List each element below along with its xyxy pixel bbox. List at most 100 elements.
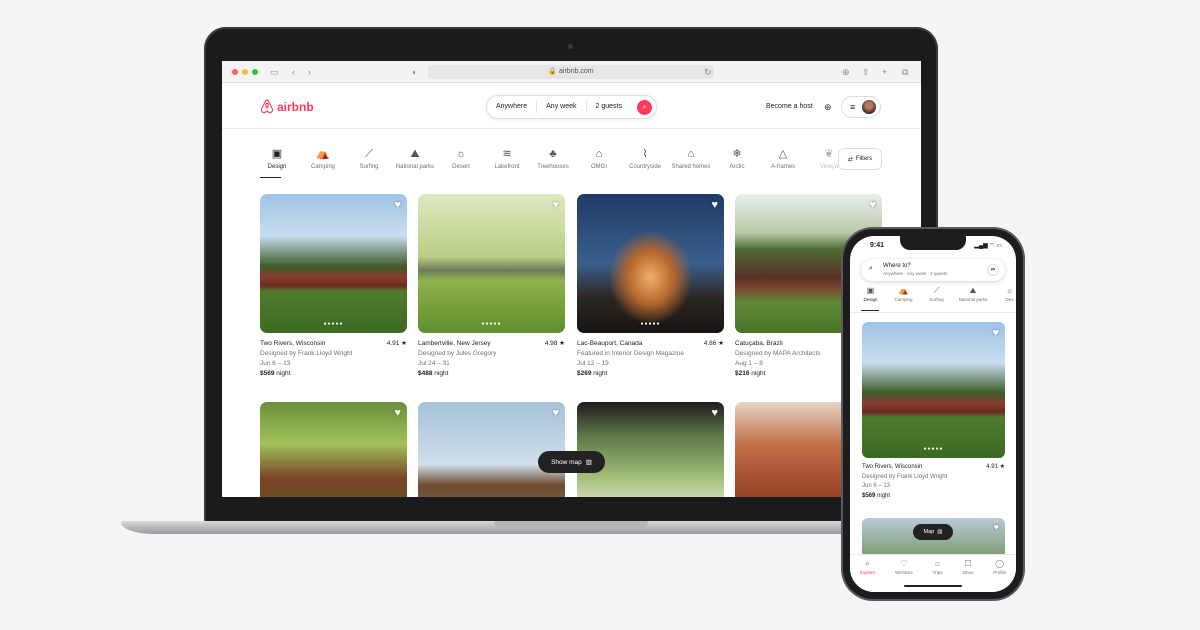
airbnb-logo[interactable]: airbnb <box>260 99 314 114</box>
surfing-icon: ⟋ <box>933 286 940 295</box>
heart-icon[interactable]: ♥ <box>711 199 718 211</box>
phone-category-surfing[interactable]: ⟋ Surfing <box>920 286 953 302</box>
category-national-parks[interactable]: ⛰ National parks <box>392 148 438 170</box>
category-a-frames[interactable]: △ A-frames <box>760 148 806 170</box>
category-design[interactable]: ▣ Design <box>254 148 300 170</box>
category-bar: ▣ Design ⛺ Camping ⟋ Surfing ⛰ National park… <box>254 148 852 170</box>
close-window-dot[interactable] <box>232 69 238 75</box>
category-surfing[interactable]: ⟋ Surfing <box>346 148 392 170</box>
tab-trips[interactable]: ⌂ Trips <box>933 559 943 592</box>
wishlists-icon: ♡ <box>900 559 908 568</box>
phone-category-national-parks[interactable]: ⛰ National parks <box>953 286 993 302</box>
share-icon[interactable]: ⇪ <box>862 66 870 78</box>
phone-listing-card[interactable]: ♥ ●●●●● Two Rivers, Wisconsin 4.91 ★ Desig… <box>862 322 1005 501</box>
show-map-button[interactable]: Show map ▥ <box>538 451 605 473</box>
category-label: Surfing <box>359 164 379 170</box>
category-label: Camping <box>894 297 913 302</box>
search-where[interactable]: Anywhere <box>487 101 538 113</box>
listing-photo[interactable]: ♥ ●●●●● <box>577 194 724 333</box>
category-desert[interactable]: ☼ Desert <box>438 148 484 170</box>
listing-card[interactable]: ♥ ●●●●● Lambertville, New Jersey 4.98 ★ De… <box>418 194 565 379</box>
search-icon[interactable]: ⌕ <box>637 100 652 115</box>
category-arctic[interactable]: ❄ Arctic <box>714 148 760 170</box>
home-indicator[interactable] <box>904 585 962 587</box>
search-guests[interactable]: 2 guests <box>587 101 631 113</box>
listing-photo[interactable]: ♥ <box>260 402 407 497</box>
listing-photo[interactable]: ♥ <box>577 402 724 497</box>
filters-icon[interactable]: ⇄ <box>987 264 999 276</box>
listing-photo[interactable]: ♥ <box>418 402 565 497</box>
search-when[interactable]: Any week <box>537 101 587 113</box>
omg-icon: ⌂ <box>595 148 603 160</box>
category-omg[interactable]: ⌂ OMG! <box>576 148 622 170</box>
become-host-link[interactable]: Become a host <box>766 103 813 110</box>
filters-button[interactable]: ⇄ Filters <box>838 148 882 170</box>
heart-icon[interactable]: ♥ <box>552 199 559 211</box>
heart-icon[interactable]: ♥ <box>711 407 718 419</box>
category-label: Vineya <box>819 164 839 170</box>
tab-profile[interactable]: ◯ Profile <box>993 559 1006 592</box>
forward-icon[interactable]: › <box>308 66 311 78</box>
laptop-notch <box>494 521 648 528</box>
phone-category-design[interactable]: ▣ Design <box>854 286 887 302</box>
heart-icon[interactable]: ♥ <box>394 407 401 419</box>
tabs-overview-icon[interactable]: ⧉ <box>902 66 908 78</box>
listing-photo[interactable]: ♥ ●●●●● <box>418 194 565 333</box>
heart-icon[interactable]: ♥ <box>869 199 876 211</box>
listing-card[interactable]: ♥ <box>418 402 565 497</box>
category-label: Countryside <box>628 164 661 170</box>
listing-photo[interactable]: ♥ ●●●●● <box>862 322 1005 458</box>
status-time: 9:41 <box>870 242 885 249</box>
map-button[interactable]: Map ▥ <box>913 524 953 540</box>
category-label: OMG! <box>591 164 607 170</box>
phone-category-camping[interactable]: ⛺ Camping <box>887 286 920 302</box>
tab-inbox[interactable]: ☐ Inbox <box>962 559 973 592</box>
reload-icon[interactable]: ↻ <box>704 66 712 78</box>
laptop-camera <box>568 44 573 49</box>
desert-icon: ☼ <box>455 148 467 160</box>
zoom-window-dot[interactable] <box>252 69 258 75</box>
category-shared-homes[interactable]: ⌂ Shared homes <box>668 148 714 170</box>
heart-icon[interactable]: ♥ <box>552 407 559 419</box>
listing-description: Featured in Interior Design Magazine <box>577 350 684 357</box>
tab-label: Explore <box>859 570 876 575</box>
heart-icon[interactable]: ♥ <box>994 522 999 532</box>
listing-card[interactable]: ♥ <box>260 402 407 497</box>
globe-icon[interactable]: ⊕ <box>824 102 832 113</box>
category-camping[interactable]: ⛺ Camping <box>300 148 346 170</box>
photo-pager-dots: ●●●●● <box>923 446 944 452</box>
category-label: Lakefront <box>494 164 520 170</box>
minimize-window-dot[interactable] <box>242 69 248 75</box>
listing-photo[interactable]: ♥ ●●●●● <box>260 194 407 333</box>
listing-card[interactable]: ♥ ●●●●● Two Rivers, Wisconsin 4.91 ★ Desig… <box>260 194 407 379</box>
listing-dates: Jun 6 – 13 <box>260 360 291 367</box>
download-icon[interactable]: ⊕ <box>842 66 850 78</box>
listing-card[interactable]: ♥ ●●●●● Lac-Beauport, Canada 4.86 ★ Featur… <box>577 194 724 379</box>
listing-description: Designed by Jules Gregory <box>418 350 497 357</box>
address-bar[interactable]: 🔒 airbnb.com <box>428 65 714 79</box>
sidebar-icon[interactable]: ▭ <box>270 66 279 78</box>
listing-price: $569 night <box>260 370 291 377</box>
category-lakefront[interactable]: ≋ Lakefront <box>484 148 530 170</box>
phone-search-bar[interactable]: ⌕ Where to? Anywhere · Any week · 2 gues… <box>861 259 1005 281</box>
back-icon[interactable]: ‹ <box>292 66 295 78</box>
search-bar[interactable]: Anywhere Any week 2 guests ⌕ <box>486 95 657 119</box>
photo-pager-dots: ●●●●● <box>481 321 502 327</box>
url-text: airbnb.com <box>559 68 594 75</box>
heart-icon[interactable]: ♥ <box>992 327 999 339</box>
avatar <box>862 100 877 114</box>
listing-card[interactable]: ♥ <box>577 402 724 497</box>
category-countryside[interactable]: ⌇ Countryside <box>622 148 668 170</box>
trips-icon: ⌂ <box>935 559 940 568</box>
tab-explore[interactable]: ⌕ Explore <box>860 559 875 592</box>
status-icons: ▂▄▆ ◠ ▭ <box>974 243 1002 249</box>
national-parks-icon: ⛰ <box>410 148 420 160</box>
phone-category-desert[interactable]: ☼ Des <box>993 286 1016 302</box>
category-treehouses[interactable]: ♣ Treehouses <box>530 148 576 170</box>
tab-label: Profile <box>993 570 1006 575</box>
heart-icon[interactable]: ♥ <box>394 199 401 211</box>
user-menu-button[interactable]: ≡ <box>841 96 881 118</box>
privacy-shield-icon[interactable]: ◐ <box>412 66 417 78</box>
new-tab-icon[interactable]: + <box>882 66 887 78</box>
tab-wishlists[interactable]: ♡ Wishlists <box>895 559 913 592</box>
